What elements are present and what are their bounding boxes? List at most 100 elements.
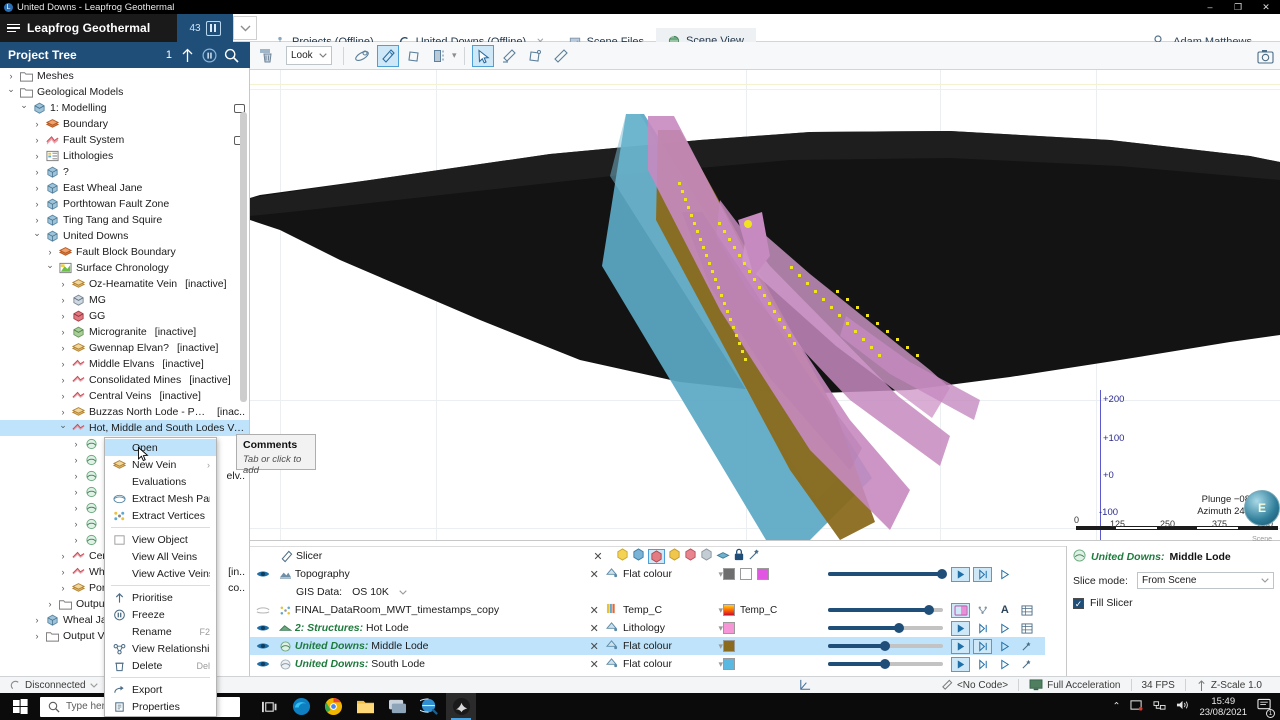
chevron-down-icon[interactable] xyxy=(399,589,407,595)
shape-actions[interactable] xyxy=(951,638,1045,654)
draw-polygon-icon[interactable] xyxy=(524,45,546,67)
play-icon[interactable] xyxy=(951,638,971,654)
menu-item-view-object[interactable]: View Object xyxy=(105,531,216,548)
chevron-right-icon[interactable] xyxy=(71,503,81,513)
color-by-select[interactable]: Flat colour ▾ xyxy=(605,657,723,671)
draw-line-icon[interactable] xyxy=(498,45,520,67)
tree-item-fault-system[interactable]: Fault System xyxy=(0,132,249,148)
lock-icon[interactable] xyxy=(733,548,745,564)
close-button[interactable]: ✕ xyxy=(1252,0,1280,14)
rotate-icon[interactable] xyxy=(403,45,425,67)
step-icon[interactable] xyxy=(995,639,1014,654)
search-globe-icon[interactable] xyxy=(414,693,444,720)
maximize-button[interactable]: ❐ xyxy=(1224,0,1252,14)
sync-status[interactable]: 43 xyxy=(177,14,233,42)
clock[interactable]: 15:49 23/08/2021 xyxy=(1199,696,1247,718)
menu-item-new-vein[interactable]: New Vein › xyxy=(105,456,216,473)
shape-actions[interactable]: A xyxy=(951,602,1045,618)
select-pointer-icon[interactable] xyxy=(471,44,494,67)
hamburger-icon[interactable] xyxy=(7,23,20,33)
pause-icon[interactable] xyxy=(198,44,220,66)
tree-item-meshes[interactable]: Meshes xyxy=(0,68,249,84)
chevron-right-icon[interactable] xyxy=(58,567,68,577)
chevron-right-icon[interactable] xyxy=(58,359,68,369)
tree-item-united-downs[interactable]: United Downs xyxy=(0,228,249,244)
task-view-icon[interactable] xyxy=(254,693,284,720)
chevron-right-icon[interactable] xyxy=(58,407,68,417)
menu-item-extract-mesh-parts[interactable]: Extract Mesh Parts xyxy=(105,490,216,507)
opacity-slider[interactable] xyxy=(828,568,948,580)
chevron-right-icon[interactable] xyxy=(32,183,42,193)
colour-sw1[interactable] xyxy=(722,640,735,652)
chevron-right-icon[interactable] xyxy=(71,535,81,545)
colour-sw1[interactable] xyxy=(722,568,735,580)
color-by-select[interactable]: Temp_C ▾ xyxy=(606,603,723,617)
shape-row-gis-data[interactable]: GIS Data: OS 10K xyxy=(250,583,550,601)
cube-grey-icon[interactable] xyxy=(700,548,713,564)
chevron-right-icon[interactable] xyxy=(58,295,68,305)
comments-popup[interactable]: Comments Tab or click to add xyxy=(236,434,316,476)
cube-pink-icon[interactable] xyxy=(684,548,697,564)
menu-item-delete[interactable]: Delete Del xyxy=(105,657,216,674)
legend-toggle-icon[interactable] xyxy=(951,602,971,618)
chevron-right-icon[interactable] xyxy=(32,215,42,225)
opacity-slider[interactable] xyxy=(828,658,944,670)
tree-item-[interactable]: ? xyxy=(0,164,249,180)
chevron-right-icon[interactable] xyxy=(32,119,42,129)
chevron-right-icon[interactable] xyxy=(71,455,81,465)
measure-icon[interactable] xyxy=(550,45,572,67)
chevron-down-icon[interactable] xyxy=(233,16,257,40)
tree-item-1-modelling[interactable]: 1: Modelling xyxy=(0,100,249,116)
chevron-right-icon[interactable] xyxy=(6,71,16,81)
menu-item-properties[interactable]: Properties xyxy=(105,698,216,715)
leapfrog-icon[interactable] xyxy=(446,693,476,720)
chevron-down-icon[interactable] xyxy=(58,423,68,434)
chevron-right-icon[interactable] xyxy=(58,311,68,321)
filter-icon[interactable] xyxy=(973,603,992,618)
tree-item-geological-models[interactable]: Geological Models xyxy=(0,84,249,100)
search-icon[interactable] xyxy=(220,44,242,66)
chevron-right-icon[interactable] xyxy=(58,551,68,561)
visibility-toggle[interactable] xyxy=(250,659,275,669)
colour-sw3[interactable] xyxy=(756,568,769,580)
tree-item-microgranite[interactable]: Microgranite [inactive] xyxy=(0,324,249,340)
menu-item-view-active-veins[interactable]: View Active Veins xyxy=(105,565,216,582)
chevron-right-icon[interactable] xyxy=(32,135,42,145)
color-by-select[interactable]: Lithology ▾ xyxy=(605,621,723,635)
chevron-right-icon[interactable] xyxy=(45,599,55,609)
minimize-button[interactable]: – xyxy=(1196,0,1224,14)
tree-item-middle-elvans[interactable]: Middle Elvans [inactive] xyxy=(0,356,249,372)
menu-item-rename[interactable]: Rename F2 xyxy=(105,623,216,640)
menu-item-open[interactable]: Open xyxy=(105,439,216,456)
wand-icon[interactable] xyxy=(1017,657,1036,672)
chevron-down-icon[interactable] xyxy=(45,263,55,274)
delete-scene-icon[interactable] xyxy=(256,45,278,67)
colour-sw2[interactable] xyxy=(739,568,752,580)
cube-blue-icon[interactable] xyxy=(632,548,645,564)
camera-icon[interactable] xyxy=(1254,45,1276,67)
visibility-toggle[interactable] xyxy=(250,569,275,579)
chevron-down-icon[interactable] xyxy=(32,231,42,242)
clip-icon[interactable] xyxy=(429,45,451,67)
shape-actions[interactable] xyxy=(951,620,1045,636)
flip-icon[interactable] xyxy=(973,566,993,582)
properties-panel[interactable]: United Downs: Middle Lode Slice mode: Fr… xyxy=(1066,546,1280,676)
colour-swatches[interactable]: Temp_C xyxy=(722,604,828,616)
tree-item-gg[interactable]: GG xyxy=(0,308,249,324)
chevron-right-icon[interactable] xyxy=(32,615,42,625)
arrow-up-icon[interactable] xyxy=(176,44,198,66)
chevron-down-icon[interactable] xyxy=(19,103,29,114)
cube-red-icon[interactable] xyxy=(648,548,665,564)
wand-icon[interactable] xyxy=(1017,639,1036,654)
tree-item-hot-middle-and-south-lodes-vein-syst[interactable]: Hot, Middle and South Lodes Vein Syst.. xyxy=(0,420,249,436)
color-by-select[interactable]: Flat colour ▾ xyxy=(605,567,723,581)
chevron-right-icon[interactable] xyxy=(58,391,68,401)
chevron-right-icon[interactable] xyxy=(58,583,68,593)
colour-swatches[interactable] xyxy=(722,658,828,670)
shape-row-final-dataroom-mwt-timestamps-copy[interactable]: FINAL_DataRoom_MWT_timestamps_copy ✕ Temp_… xyxy=(250,601,1045,619)
chevron-up-icon[interactable]: ⌃ xyxy=(1112,701,1120,712)
text-icon[interactable]: A xyxy=(995,603,1014,618)
slice-mode-select[interactable]: From Scene xyxy=(1137,572,1274,589)
table-icon[interactable] xyxy=(1017,603,1036,618)
tree-item-boundary[interactable]: Boundary xyxy=(0,116,249,132)
